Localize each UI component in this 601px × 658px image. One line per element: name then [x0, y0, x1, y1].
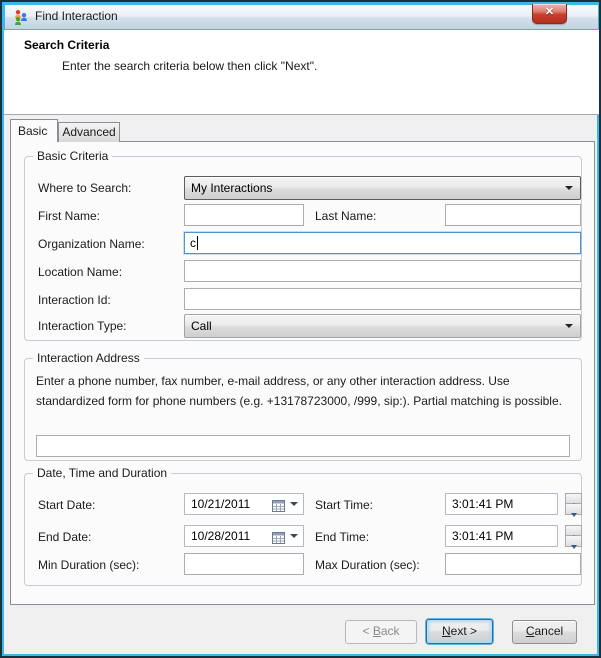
spinner-up-icon[interactable] — [565, 493, 582, 504]
end-date-value: 10/28/2011 — [191, 529, 250, 543]
last-name-input[interactable] — [445, 204, 581, 226]
end-date-picker[interactable]: 10/28/2011 — [184, 525, 304, 547]
start-date-label: Start Date: — [38, 493, 95, 517]
interaction-type-label: Interaction Type: — [38, 314, 127, 338]
app-icon — [13, 9, 29, 25]
calendar-icon — [272, 530, 285, 550]
page-subtitle: Enter the search criteria below then cli… — [62, 59, 317, 73]
interaction-type-value: Call — [191, 319, 212, 333]
spinner-up-icon[interactable] — [565, 525, 582, 536]
tab-basic[interactable]: Basic — [10, 119, 58, 142]
chevron-down-icon — [565, 186, 573, 190]
end-time-value: 3:01:41 PM — [452, 529, 513, 543]
interaction-type-dropdown[interactable]: Call — [184, 314, 581, 338]
where-to-search-label: Where to Search: — [38, 176, 131, 200]
page-title: Search Criteria — [24, 38, 109, 52]
first-name-input[interactable] — [184, 204, 304, 226]
start-date-picker[interactable]: 10/21/2011 — [184, 493, 304, 515]
interaction-id-input[interactable] — [184, 288, 581, 310]
max-duration-input[interactable] — [445, 553, 581, 575]
chevron-down-icon — [565, 324, 573, 328]
date-time-duration-group: Date, Time and Duration Start Date: 10/2… — [24, 473, 582, 586]
start-time-value: 3:01:41 PM — [452, 497, 513, 511]
chevron-down-icon — [290, 534, 298, 538]
close-button[interactable]: ✕ — [532, 4, 567, 24]
end-time-spinner — [565, 525, 582, 547]
back-button-label: < — [362, 624, 372, 638]
basic-criteria-legend: Basic Criteria — [33, 149, 112, 163]
window-title: Find Interaction — [35, 9, 118, 23]
text-caret — [197, 236, 198, 250]
location-name-label: Location Name: — [38, 260, 122, 284]
spinner-down-icon[interactable] — [565, 504, 582, 515]
start-time-label: Start Time: — [315, 493, 373, 517]
tab-page-basic: Basic Criteria Where to Search: My Inter… — [10, 141, 595, 605]
end-date-label: End Date: — [38, 525, 91, 549]
min-duration-label: Min Duration (sec): — [38, 553, 139, 577]
organization-name-field — [184, 232, 581, 254]
start-date-value: 10/21/2011 — [191, 497, 250, 511]
find-interaction-dialog: Find Interaction ✕ Search Criteria Enter… — [0, 0, 601, 658]
interaction-address-legend: Interaction Address — [33, 351, 144, 365]
next-button[interactable]: Next > — [426, 619, 493, 644]
back-button: < Back — [345, 620, 417, 644]
first-name-label: First Name: — [38, 204, 100, 228]
where-to-search-value: My Interactions — [191, 181, 272, 195]
organization-name-input[interactable] — [184, 232, 581, 254]
end-time-input[interactable]: 3:01:41 PM — [445, 525, 558, 547]
basic-criteria-group: Basic Criteria Where to Search: My Inter… — [24, 156, 582, 341]
interaction-id-label: Interaction Id: — [38, 288, 111, 312]
title-bar[interactable]: Find Interaction ✕ — [4, 4, 599, 31]
tab-advanced[interactable]: Advanced — [58, 122, 120, 142]
calendar-icon — [272, 498, 285, 518]
end-time-label: End Time: — [315, 525, 369, 549]
last-name-label: Last Name: — [315, 204, 376, 228]
start-time-input[interactable]: 3:01:41 PM — [445, 493, 558, 515]
start-time-spinner — [565, 493, 582, 515]
organization-name-label: Organization Name: — [38, 232, 145, 256]
min-duration-input[interactable] — [184, 553, 304, 575]
wizard-header: Search Criteria Enter the search criteri… — [4, 30, 601, 115]
chevron-down-icon — [290, 502, 298, 506]
interaction-address-group: Interaction Address Enter a phone number… — [24, 358, 582, 461]
spinner-down-icon[interactable] — [565, 536, 582, 547]
max-duration-label: Max Duration (sec): — [315, 553, 420, 577]
where-to-search-dropdown[interactable]: My Interactions — [184, 176, 581, 200]
interaction-address-instructions: Enter a phone number, fax number, e-mail… — [36, 371, 572, 411]
interaction-address-input[interactable] — [36, 435, 570, 457]
date-time-duration-legend: Date, Time and Duration — [33, 466, 171, 480]
cancel-button[interactable]: Cancel — [512, 620, 577, 644]
close-icon: ✕ — [545, 6, 554, 18]
location-name-input[interactable] — [184, 260, 581, 282]
